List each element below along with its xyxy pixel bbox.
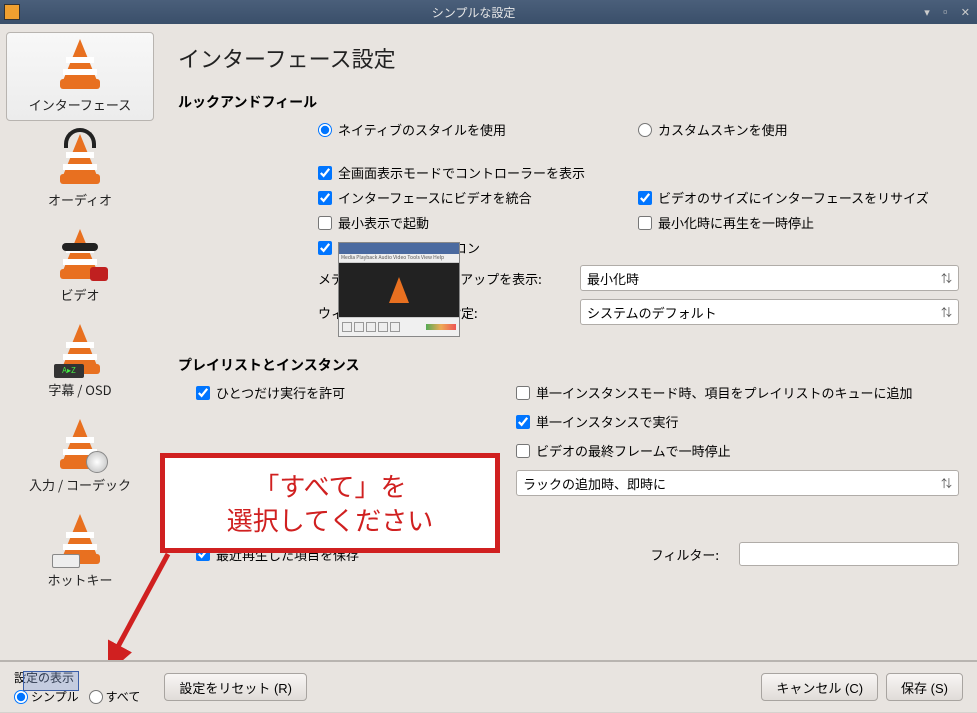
annotation-highlight — [23, 671, 79, 691]
sidebar-item-audio[interactable]: オーディオ — [6, 127, 154, 216]
group-look-and-feel: ルックアンドフィール — [178, 92, 959, 112]
filter-input[interactable] — [739, 542, 959, 566]
annotation-line1: 「すべて」を — [253, 469, 406, 503]
cone-disc-icon — [56, 419, 104, 471]
cone-glasses-icon — [56, 229, 104, 281]
cone-icon — [56, 39, 104, 91]
check-enqueue[interactable]: 単一インスタンスモード時、項目をプレイリストのキューに追加 — [516, 383, 959, 402]
sidebar-item-label: 字幕 / OSD — [48, 380, 111, 399]
window-title: シンプルな設定 — [26, 4, 921, 21]
maximize-icon[interactable]: ▫ — [937, 4, 954, 20]
main-panel: インターフェース設定 ルックアンドフィール ネイティブのスタイルを使用 カスタム… — [160, 24, 977, 660]
radio-custom-skin[interactable]: カスタムスキンを使用 — [638, 120, 959, 139]
annotation-line2: 選択してください — [227, 503, 433, 537]
check-single-instance-run[interactable]: 単一インスタンスで実行 — [516, 412, 959, 431]
check-pause-last-frame[interactable]: ビデオの最終フレームで一時停止 — [516, 441, 959, 460]
titlebar: シンプルな設定 ▾ ▫ ✕ — [0, 0, 977, 24]
cone-headphones-icon — [56, 134, 104, 186]
category-sidebar: インターフェース オーディオ ビデオ A▸Z 字幕 / OSD — [0, 24, 160, 660]
popup-select[interactable]: 最小化時 — [580, 265, 959, 291]
track-add-select[interactable]: ラックの追加時、即時に — [516, 470, 959, 496]
sidebar-item-label: ホットキー — [47, 570, 112, 589]
check-resize-interface[interactable]: ビデオのサイズにインターフェースをリサイズ — [638, 188, 959, 207]
player-preview: Media Playback Audio Video Tools View He… — [338, 242, 460, 337]
sidebar-item-label: インターフェース — [29, 95, 132, 114]
sidebar-item-subtitles[interactable]: A▸Z 字幕 / OSD — [6, 317, 154, 406]
radio-native-label: ネイティブのスタイルを使用 — [338, 120, 506, 139]
window-controls: ▾ ▫ ✕ — [921, 4, 973, 20]
radio-all[interactable]: すべて — [89, 688, 141, 705]
sidebar-item-label: オーディオ — [48, 190, 112, 209]
window-style-select[interactable]: システムのデフォルト — [580, 299, 959, 325]
check-pause-on-minimize[interactable]: 最小化時に再生を一時停止 — [638, 213, 959, 232]
radio-native-input[interactable] — [318, 123, 332, 137]
group-playlist: プレイリストとインスタンス — [178, 355, 959, 375]
cone-subtitle-icon: A▸Z — [56, 324, 104, 376]
close-icon[interactable]: ✕ — [958, 4, 973, 20]
sidebar-item-label: 入力 / コーデック — [29, 475, 131, 494]
sidebar-item-input-codecs[interactable]: 入力 / コーデック — [6, 412, 154, 501]
minimize-icon[interactable]: ▾ — [921, 4, 933, 20]
radio-custom-label: カスタムスキンを使用 — [658, 120, 788, 139]
check-integrate-video[interactable]: インターフェースにビデオを統合 — [318, 188, 618, 207]
sidebar-item-label: ビデオ — [60, 285, 99, 304]
check-start-minimal[interactable]: 最小表示で起動 — [318, 213, 618, 232]
radio-custom-input[interactable] — [638, 123, 652, 137]
check-fullscreen-controller[interactable]: 全画面表示モードでコントローラーを表示 — [318, 163, 585, 182]
sidebar-item-interface[interactable]: インターフェース — [6, 32, 154, 121]
radio-native-style[interactable]: ネイティブのスタイルを使用 — [318, 120, 618, 139]
save-button[interactable]: 保存 (S) — [886, 673, 963, 701]
filter-label: フィルター: — [651, 545, 719, 564]
check-one-instance[interactable]: ひとつだけ実行を許可 — [196, 383, 496, 402]
sidebar-item-video[interactable]: ビデオ — [6, 222, 154, 311]
cone-keyboard-icon — [56, 514, 104, 566]
app-icon — [4, 4, 20, 20]
cancel-button[interactable]: キャンセル (C) — [761, 673, 878, 701]
annotation-callout: 「すべて」を 選択してください — [160, 453, 500, 553]
page-title: インターフェース設定 — [178, 42, 959, 74]
sidebar-item-hotkeys[interactable]: ホットキー — [6, 507, 154, 596]
footer-bar: 設定の表示 シンプル すべて 設定をリセット (R) キャンセル (C) 保存 … — [0, 660, 977, 712]
reset-button[interactable]: 設定をリセット (R) — [164, 673, 307, 701]
